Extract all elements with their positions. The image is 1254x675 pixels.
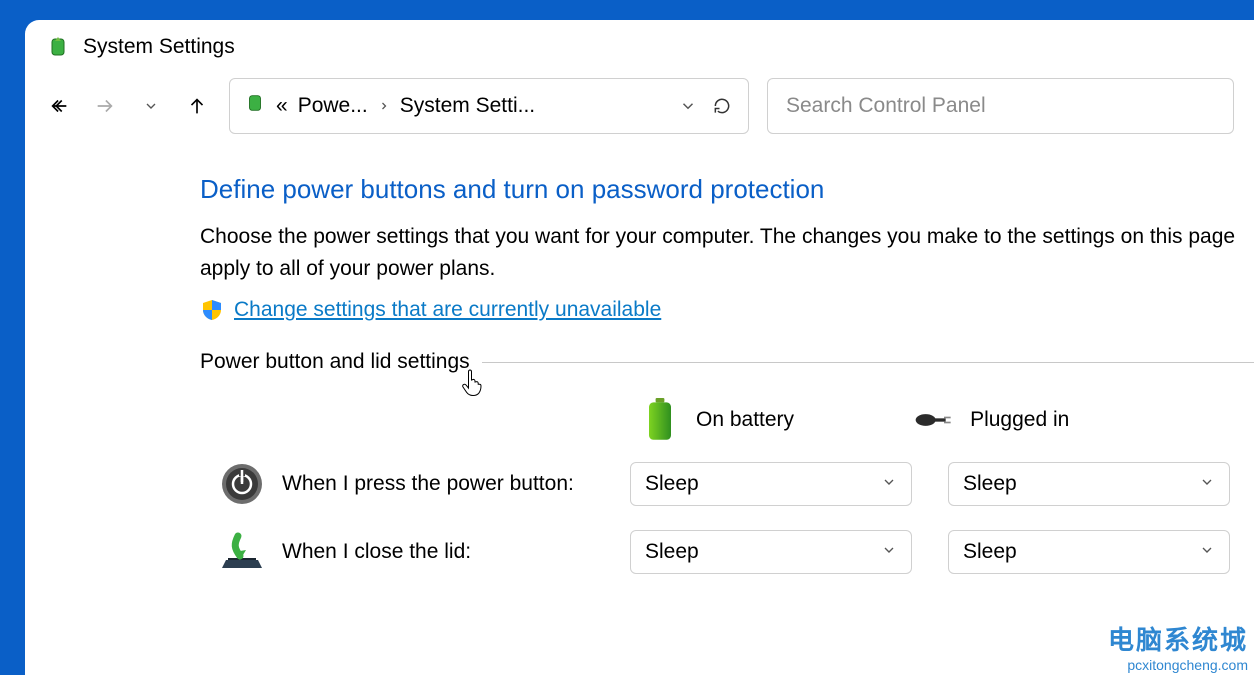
chevron-down-icon <box>881 472 897 496</box>
close-lid-plugged-dropdown[interactable]: Sleep <box>948 530 1230 574</box>
window: System Settings « Powe... <box>25 20 1254 675</box>
power-button-battery-dropdown[interactable]: Sleep <box>630 462 912 506</box>
page-heading: Define power buttons and turn on passwor… <box>200 174 1254 205</box>
close-lid-icon <box>220 530 264 574</box>
toolbar: « Powe... System Setti... <box>25 68 1254 144</box>
change-settings-row: Change settings that are currently unava… <box>200 298 1254 322</box>
change-settings-link[interactable]: Change settings that are currently unava… <box>234 298 661 322</box>
column-header-battery: On battery <box>640 398 794 442</box>
chevron-down-icon <box>1199 472 1215 496</box>
section-divider <box>482 362 1254 363</box>
shield-icon <box>200 298 224 322</box>
breadcrumb-part-2[interactable]: System Setti... <box>400 94 535 118</box>
dropdown-value: Sleep <box>645 472 699 496</box>
address-icon <box>244 92 266 120</box>
search-box[interactable] <box>767 78 1234 134</box>
content: Define power buttons and turn on passwor… <box>25 144 1254 574</box>
chevron-right-icon <box>378 94 390 118</box>
power-button-plugged-dropdown[interactable]: Sleep <box>948 462 1230 506</box>
setting-row-power-button: When I press the power button: Sleep Sle… <box>200 462 1254 506</box>
column-header-plugged: Plugged in <box>914 398 1069 442</box>
section-label: Power button and lid settings <box>200 350 470 374</box>
window-title: System Settings <box>83 35 235 59</box>
titlebar: System Settings <box>25 20 1254 68</box>
address-history-button[interactable] <box>676 94 700 118</box>
back-button[interactable] <box>45 92 73 120</box>
setting-row-lid-label: When I close the lid: <box>282 540 612 564</box>
breadcrumb-ellipsis[interactable]: « <box>276 94 288 118</box>
page-description: Choose the power settings that you want … <box>200 221 1254 284</box>
setting-row-close-lid: When I close the lid: Sleep Sleep <box>200 530 1254 574</box>
close-lid-battery-dropdown[interactable]: Sleep <box>630 530 912 574</box>
column-headers: On battery Plugged in <box>200 398 1254 442</box>
power-button-icon <box>220 462 264 506</box>
search-input[interactable] <box>786 94 1215 118</box>
breadcrumb-part-1[interactable]: Powe... <box>298 94 368 118</box>
column-header-plugged-label: Plugged in <box>970 408 1069 432</box>
recent-dropdown-button[interactable] <box>137 92 165 120</box>
setting-row-power-label: When I press the power button: <box>282 472 612 496</box>
section-header: Power button and lid settings <box>200 350 1254 374</box>
app-icon <box>45 34 71 60</box>
chevron-down-icon <box>1199 540 1215 564</box>
battery-icon <box>640 398 680 442</box>
plug-icon <box>914 398 954 442</box>
dropdown-value: Sleep <box>963 540 1017 564</box>
forward-button[interactable] <box>91 92 119 120</box>
up-button[interactable] <box>183 92 211 120</box>
address-bar[interactable]: « Powe... System Setti... <box>229 78 749 134</box>
refresh-button[interactable] <box>710 94 734 118</box>
column-header-battery-label: On battery <box>696 408 794 432</box>
dropdown-value: Sleep <box>963 472 1017 496</box>
chevron-down-icon <box>881 540 897 564</box>
dropdown-value: Sleep <box>645 540 699 564</box>
